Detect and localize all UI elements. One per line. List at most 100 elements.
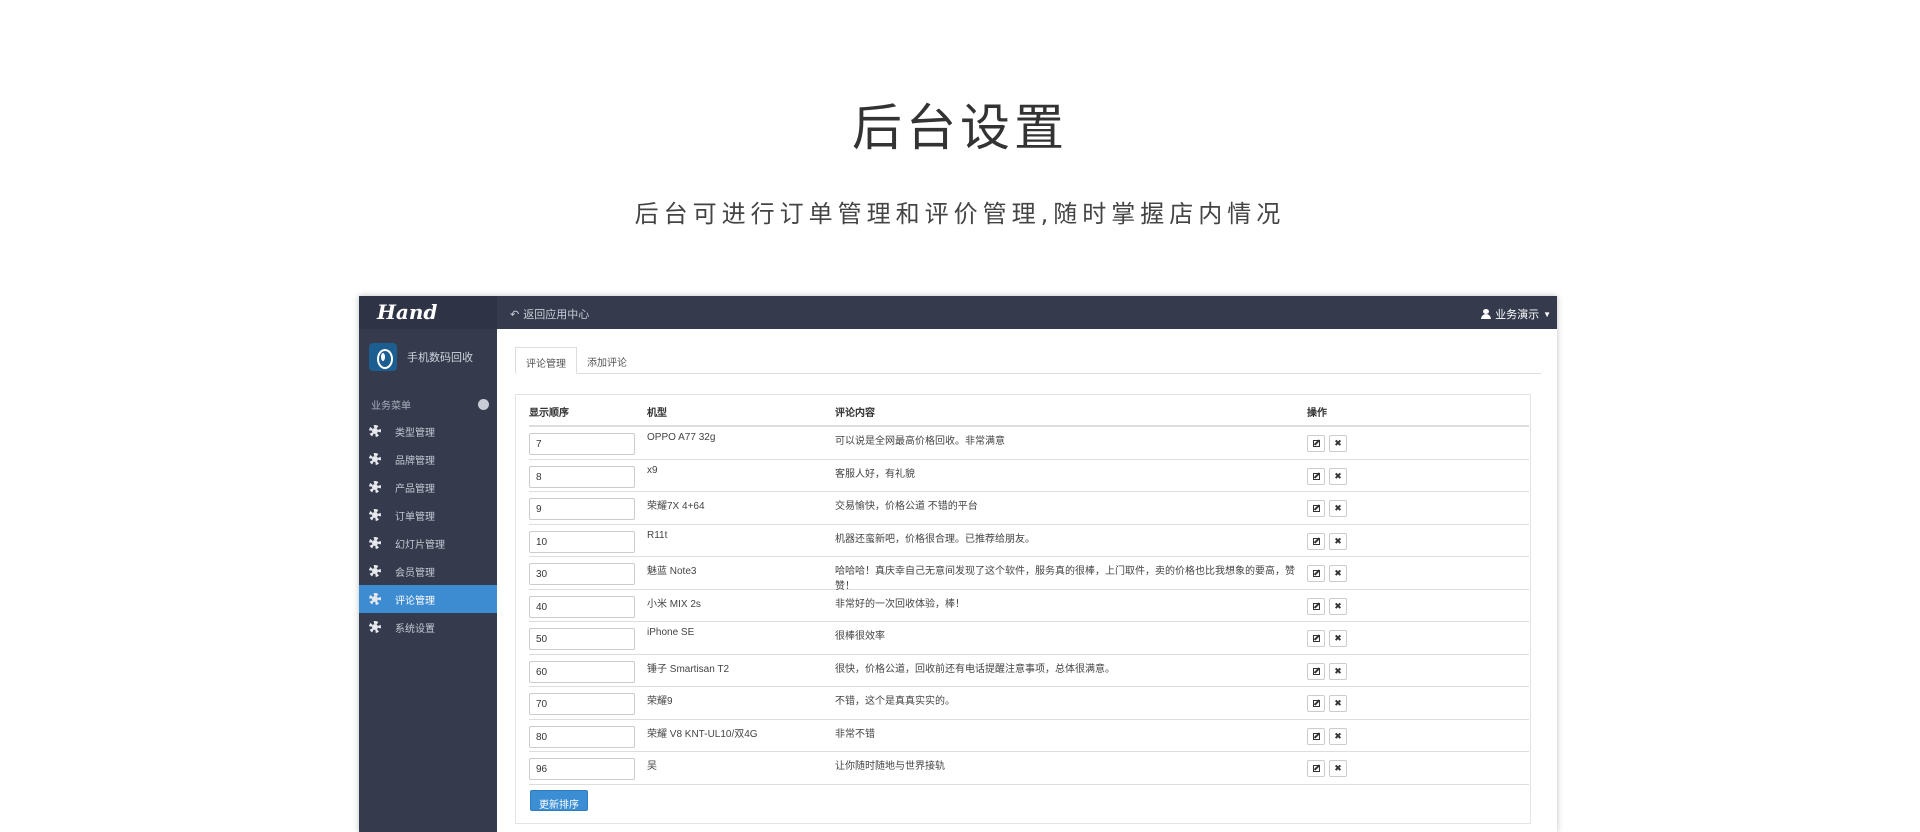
delete-button[interactable]: ✖ [1329,435,1347,452]
column-header-comment: 评论内容 [835,408,875,419]
model-cell: 荣耀7X 4+64 [647,501,705,512]
edit-button[interactable] [1307,597,1325,615]
close-icon: ✖ [1334,535,1342,546]
edit-icon [1312,505,1320,512]
model-cell: 荣耀9 [647,696,673,707]
order-input[interactable]: 30 [529,563,635,585]
close-icon: ✖ [1334,633,1342,643]
comment-cell: 机器还蛮新吧，价格很合理。已推荐给朋友。 [835,533,1035,545]
order-input[interactable]: 40 [529,595,635,618]
close-icon: ✖ [1334,730,1342,741]
edit-button[interactable] [1307,500,1325,517]
column-header-actions: 操作 [1307,408,1327,419]
review-panel: 显示顺序 机型 评论内容 操作 7 OPPO A77 32g 可以说是全网最高价… [515,394,1531,824]
brand-logo[interactable]: Hand [359,296,497,329]
delete-button[interactable]: ✖ [1329,597,1347,615]
close-icon: ✖ [1334,665,1342,676]
app-name: 手机数码回收 [407,352,473,364]
delete-button[interactable]: ✖ [1329,467,1347,485]
table-row: 96 吴 让你随时随地与世界接轨 ✖ [529,752,1529,785]
edit-button[interactable] [1307,467,1325,485]
table-row: 30 魅蓝 Note3 哈哈哈！真庆幸自己无意间发现了这个软件，服务真的很棒，上… [529,557,1529,592]
comment-cell: 不错，这个是真真实实的。 [835,696,955,707]
model-cell: OPPO A77 32g [647,432,716,443]
sidebar-item-order[interactable]: 订单管理 [359,501,497,529]
model-cell: iPhone SE [647,627,695,638]
order-input[interactable]: 70 [529,693,635,715]
order-input[interactable]: 8 [529,465,635,488]
delete-button[interactable]: ✖ [1329,760,1347,777]
sidebar-item-members[interactable]: 会员管理 [359,557,497,585]
delete-button[interactable]: ✖ [1329,500,1347,517]
comment-cell: 很快，价格公道，回收前还有电话提醒注意事项，总体很满意。 [835,663,1115,675]
sidebar-item-reviews[interactable]: 评论管理 [359,585,497,613]
sidebar-item-slides[interactable]: 幻灯片管理 [359,529,497,557]
top-bar: Hand ↶ 返回应用中心 业务演示 ▼ [359,296,1557,329]
edit-button[interactable] [1307,695,1325,712]
order-input[interactable]: 7 [529,433,635,455]
sidebar-item-brand[interactable]: 品牌管理 [359,445,497,473]
delete-button[interactable]: ✖ [1329,727,1347,745]
model-cell: 吴 [647,761,657,772]
edit-button[interactable] [1307,630,1325,647]
close-icon: ✖ [1334,438,1342,448]
delete-button[interactable]: ✖ [1329,695,1347,712]
order-input[interactable]: 10 [529,530,635,553]
user-menu[interactable]: 业务演示 ▼ [1481,306,1551,322]
gear-icon [369,565,381,577]
menu-header-label: 业务菜单 [371,401,411,412]
gear-icon [369,621,381,633]
menu-header: 业务菜单 [371,397,489,412]
model-cell: 锤子 Smartisan T2 [647,663,730,675]
edit-icon [1312,667,1320,675]
sidebar-item-label: 订单管理 [395,511,435,523]
delete-button[interactable]: ✖ [1329,532,1347,550]
edit-button[interactable] [1307,532,1325,550]
edit-button[interactable] [1307,565,1325,582]
comment-cell: 哈哈哈！真庆幸自己无意间发现了这个软件，服务真的很棒，上门取件，卖的价格也比我想… [835,566,1295,592]
hero-subtitle: 后台可进行订单管理和评价管理,随时掌握店内情况 [634,200,1286,228]
table-row: 60 锤子 Smartisan T2 很快，价格公道，回收前还有电话提醒注意事项… [529,655,1529,687]
sidebar-item-settings[interactable]: 系统设置 [359,613,497,641]
tab-review-management[interactable]: 评论管理 [515,347,577,374]
model-cell: 荣耀 V8 KNT-UL10/双4G [647,728,758,740]
app-card[interactable]: 手机数码回收 [369,343,473,371]
comment-cell: 很棒很效率 [835,631,885,642]
model-cell: 小米 MIX 2s [647,598,701,610]
main-content: 评论管理 添加评论 显示顺序 机型 评论内容 操作 7 OPPO A77 32g… [497,329,1557,832]
table-row: 80 荣耀 V8 KNT-UL10/双4G 非常不错 ✖ [529,720,1529,752]
order-input[interactable]: 50 [529,628,635,650]
gear-icon [369,453,381,465]
model-cell: x9 [647,464,658,476]
app-logo-icon [369,343,397,371]
update-order-button[interactable]: 更新排序 [530,790,588,811]
delete-button[interactable]: ✖ [1329,630,1347,647]
sidebar-item-category[interactable]: 类型管理 [359,417,497,445]
delete-button[interactable]: ✖ [1329,565,1347,582]
sidebar-item-label: 系统设置 [395,623,435,635]
edit-button[interactable] [1307,727,1325,745]
sidebar-item-product[interactable]: 产品管理 [359,473,497,501]
edit-button[interactable] [1307,435,1325,452]
sidebar-item-label: 会员管理 [395,567,435,579]
tab-add-review[interactable]: 添加评论 [577,347,637,374]
menu-toggle-icon[interactable] [478,399,489,410]
close-icon: ✖ [1334,698,1342,708]
edit-button[interactable] [1307,760,1325,777]
close-icon: ✖ [1334,503,1342,513]
back-to-app-center-link[interactable]: ↶ 返回应用中心 [510,306,589,322]
order-input[interactable]: 96 [529,758,635,780]
user-name: 业务演示 [1495,309,1540,321]
edit-button[interactable] [1307,662,1325,680]
delete-button[interactable]: ✖ [1329,662,1347,680]
hero-title: 后台设置 [852,99,1068,157]
order-input[interactable]: 60 [529,660,635,683]
table-row: 10 R11t 机器还蛮新吧，价格很合理。已推荐给朋友。 ✖ [529,525,1529,557]
comment-cell: 可以说是全网最高价格回收。非常满意 [835,436,1005,447]
order-input[interactable]: 9 [529,498,635,520]
order-input[interactable]: 80 [529,725,635,748]
table-row: 40 小米 MIX 2s 非常好的一次回收体验，棒！ ✖ [529,590,1529,622]
sidebar-item-label: 类型管理 [395,427,435,439]
gear-icon [369,537,381,549]
sidebar: 手机数码回收 业务菜单 类型管理 品牌管理 产品管理 订单管理 幻灯片管理 会员… [359,329,497,832]
